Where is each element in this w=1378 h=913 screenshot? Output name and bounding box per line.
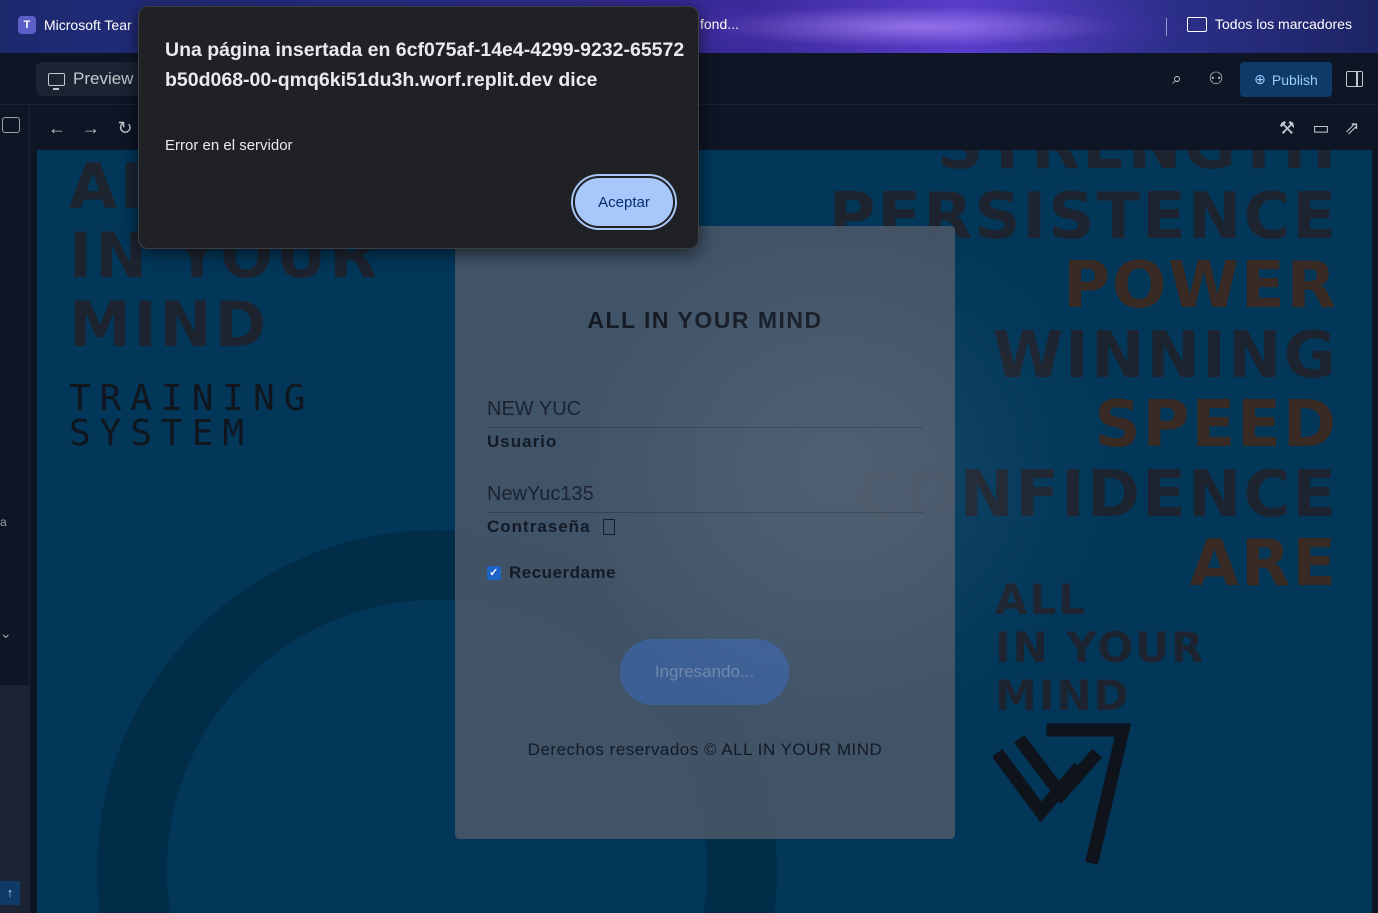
tab-preview[interactable]: Preview bbox=[36, 62, 146, 96]
bookmark-microsoft-teams[interactable]: T Microsoft Tear bbox=[18, 16, 132, 34]
poster-tagline: ALL IN YOUR MIND bbox=[995, 576, 1205, 720]
poster-tagline-line: IN YOUR bbox=[995, 623, 1206, 672]
username-field[interactable]: NEW YUC bbox=[487, 398, 923, 428]
username-label-row: Usuario bbox=[487, 432, 557, 452]
search-icon[interactable]: ⌕ bbox=[1167, 69, 1187, 89]
sidebar-toggle-icon[interactable] bbox=[1346, 71, 1363, 87]
invite-user-icon[interactable]: ⚇ bbox=[1206, 69, 1226, 89]
tab-preview-label: Preview bbox=[73, 69, 134, 88]
login-card: ALL IN YOUR MIND NEW YUC Usuario NewYuc1… bbox=[455, 226, 955, 839]
bookmark-label: fond... bbox=[700, 16, 739, 32]
poster-word: SPEED bbox=[1094, 388, 1338, 462]
poster-tagline-line: MIND bbox=[995, 671, 1131, 720]
poster-tagline-line: ALL bbox=[995, 575, 1088, 624]
devices-icon[interactable]: ▭ bbox=[1311, 118, 1331, 138]
bookmarks-background-art bbox=[700, 0, 1180, 53]
bookmarks-divider bbox=[1166, 18, 1167, 36]
app-viewport: AI IN YOUR MIND TRAINING SYSTEM STRENGTH… bbox=[37, 150, 1372, 913]
arrow-up-icon[interactable]: ↑ bbox=[0, 881, 20, 905]
login-submit-button[interactable]: Ingresando... bbox=[620, 639, 789, 705]
back-arrow-icon[interactable]: ← bbox=[47, 118, 67, 138]
bookmark-fondo[interactable]: fond... bbox=[700, 16, 739, 32]
copyright-footer: Derechos reservados © ALL IN YOUR MIND bbox=[527, 740, 883, 759]
login-title: ALL IN YOUR MIND bbox=[587, 307, 823, 333]
publish-button[interactable]: ⊕ Publish bbox=[1240, 62, 1332, 97]
new-chat-icon[interactable] bbox=[2, 117, 20, 133]
poster-word: STRENGTH bbox=[828, 150, 1338, 183]
teams-icon: T bbox=[18, 16, 36, 34]
poster-subline: TRAINING bbox=[69, 378, 315, 419]
password-label-row: Contraseña bbox=[487, 517, 615, 537]
bookmark-label: Todos los marcadores bbox=[1215, 16, 1352, 32]
poster-word: WINNING bbox=[992, 318, 1338, 393]
alert-accept-button[interactable]: Aceptar bbox=[573, 176, 675, 228]
monitor-icon bbox=[48, 72, 65, 90]
poster-right-words: STRENGTH PERSISTENCE POWER WINNING SPEED… bbox=[828, 150, 1338, 600]
password-field[interactable]: NewYuc135 bbox=[487, 483, 923, 513]
alert-message: Error en el servidor bbox=[165, 137, 293, 154]
publish-icon: ⊕ bbox=[1254, 71, 1266, 87]
poster-word: ARE bbox=[1189, 527, 1338, 601]
alert-dialog: Una página insertada en 6cf075af-14e4-42… bbox=[138, 6, 699, 249]
chevron-down-icon[interactable]: ⌄ bbox=[0, 625, 12, 642]
rail-truncated-text: a bbox=[0, 515, 7, 529]
show-password-toggle[interactable] bbox=[602, 519, 615, 535]
all-bookmarks-button[interactable]: Todos los marcadores bbox=[1187, 16, 1352, 32]
remember-me-checkbox[interactable]: ✓ bbox=[487, 566, 501, 580]
poster-word: CONFIDENCE bbox=[854, 457, 1338, 532]
poster-word: POWER bbox=[1063, 249, 1338, 323]
wrench-icon[interactable]: ⚒ bbox=[1277, 118, 1297, 138]
poster-word: PERSISTENCE bbox=[828, 179, 1338, 254]
open-external-icon[interactable]: ⇗ bbox=[1342, 118, 1362, 138]
poster-subline: SYSTEM bbox=[69, 413, 254, 454]
forward-arrow-icon[interactable]: → bbox=[81, 118, 101, 138]
rail-panel bbox=[0, 685, 30, 913]
remember-me-label: Recuerdame bbox=[509, 563, 617, 582]
left-rail: a ⌄ ↑ bbox=[0, 105, 30, 913]
folder-icon bbox=[1187, 16, 1207, 32]
reload-icon[interactable]: ↻ bbox=[115, 118, 135, 138]
brand-logo-icon bbox=[993, 723, 1132, 865]
bookmark-label: Microsoft Tear bbox=[44, 17, 132, 33]
username-label: Usuario bbox=[487, 432, 558, 451]
password-label: Contraseña bbox=[487, 517, 591, 536]
alert-title: Una página insertada en 6cf075af-14e4-42… bbox=[165, 39, 685, 91]
poster-line: MIND bbox=[69, 288, 270, 361]
remember-me-row[interactable]: ✓ Recuerdame bbox=[487, 563, 616, 583]
publish-label: Publish bbox=[1271, 71, 1318, 88]
